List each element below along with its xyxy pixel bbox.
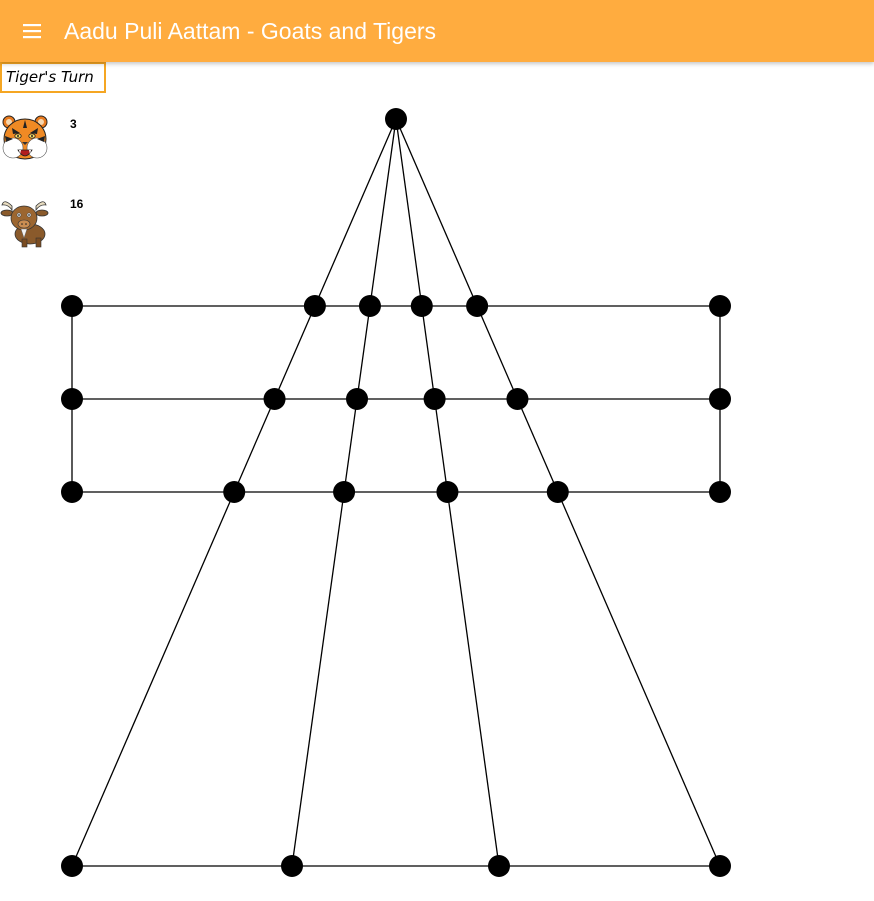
board-node[interactable] xyxy=(333,481,356,503)
board-node[interactable] xyxy=(223,481,246,503)
board-node[interactable] xyxy=(436,481,459,503)
board-node[interactable] xyxy=(61,481,83,503)
board-node[interactable] xyxy=(709,295,731,317)
board-node[interactable] xyxy=(410,295,433,317)
board-node[interactable] xyxy=(709,388,731,410)
board-node[interactable] xyxy=(709,481,731,503)
board-node[interactable] xyxy=(506,388,529,410)
board-node[interactable] xyxy=(263,388,286,410)
game-board xyxy=(61,108,731,877)
board-node[interactable] xyxy=(358,295,381,317)
app-bar: Aadu Puli Aattam - Goats and Tigers xyxy=(0,0,874,62)
board-node[interactable] xyxy=(466,295,489,317)
app-title: Aadu Puli Aattam - Goats and Tigers xyxy=(64,18,437,44)
board-node[interactable] xyxy=(61,388,83,410)
board-node[interactable] xyxy=(423,388,446,410)
board-node[interactable] xyxy=(546,481,569,503)
hamburger-menu-icon[interactable] xyxy=(16,15,48,47)
board-node-apex[interactable] xyxy=(385,108,407,130)
board-node[interactable] xyxy=(61,295,83,317)
board-node[interactable] xyxy=(303,295,326,317)
board-node[interactable] xyxy=(281,855,303,877)
board-node[interactable] xyxy=(346,388,369,410)
board-node[interactable] xyxy=(61,855,83,877)
board-node[interactable] xyxy=(709,855,731,877)
board-node[interactable] xyxy=(488,855,510,877)
